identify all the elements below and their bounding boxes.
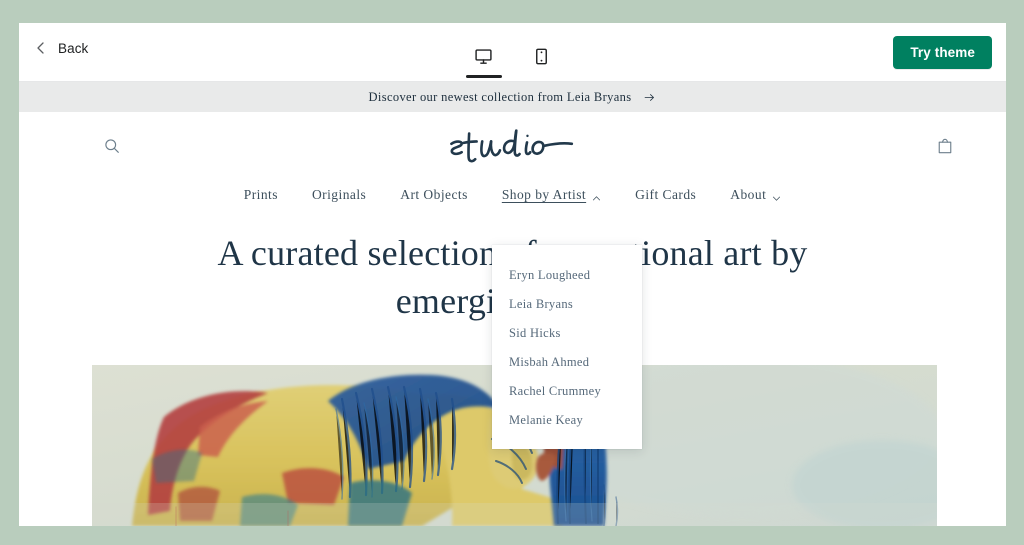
editor-stage: Back Try theme Discover our newest colle… [0, 0, 1024, 545]
chevron-up-icon [592, 191, 601, 200]
dropdown-item-leia-bryans[interactable]: Leia Bryans [492, 290, 642, 319]
site-header: studio [19, 112, 1006, 180]
dropdown-item-rachel-crummey[interactable]: Rachel Crummey [492, 377, 642, 406]
nav-item-label: About [730, 187, 767, 202]
nav-item-label: Art Objects [400, 187, 468, 202]
nav-item-label: Originals [311, 187, 367, 202]
theme-preview-window: Back Try theme Discover our newest colle… [19, 23, 1006, 526]
nav-item-label: Shop by Artist [501, 187, 587, 202]
announcement-bar[interactable]: Discover our newest collection from Leia… [19, 82, 1006, 112]
nav-item-gift-cards[interactable]: Gift Cards [618, 187, 713, 203]
dropdown-item-eryn-lougheed[interactable]: Eryn Lougheed [492, 261, 642, 290]
back-label: Back [58, 40, 89, 56]
announcement-text: Discover our newest collection from Leia… [368, 89, 632, 104]
back-button[interactable]: Back [33, 40, 88, 56]
nav-item-label: Gift Cards [635, 187, 697, 202]
storefront-preview: Discover our newest collection from Leia… [19, 82, 1006, 526]
device-toggle-desktop[interactable] [464, 35, 504, 78]
desktop-icon [474, 47, 493, 66]
device-toggle-mobile[interactable] [522, 35, 562, 77]
nav-item-shop-by-artist[interactable]: Shop by Artist [485, 187, 618, 203]
store-logo[interactable]: studio [438, 125, 588, 171]
editor-top-bar: Back Try theme [19, 23, 1006, 82]
device-toggle-group [464, 33, 562, 78]
shopping-bag-icon[interactable] [932, 133, 958, 159]
main-navigation: Prints Originals Art Objects Shop by Art… [19, 182, 1006, 208]
nav-item-about[interactable]: About [713, 187, 798, 203]
dropdown-item-misbah-ahmed[interactable]: Misbah Ahmed [492, 348, 642, 377]
nav-item-originals[interactable]: Originals [295, 187, 383, 203]
arrow-right-icon [643, 91, 656, 104]
nav-item-label: Prints [243, 187, 278, 202]
search-icon[interactable] [99, 133, 125, 159]
chevron-left-icon [33, 40, 49, 56]
shop-by-artist-dropdown: Eryn Lougheed Leia Bryans Sid Hicks Misb… [492, 245, 642, 449]
nav-item-art-objects[interactable]: Art Objects [383, 187, 485, 203]
try-theme-button[interactable]: Try theme [893, 36, 992, 69]
dropdown-item-sid-hicks[interactable]: Sid Hicks [492, 319, 642, 348]
mobile-icon [532, 47, 551, 66]
chevron-down-icon [772, 191, 781, 201]
dropdown-item-melanie-keay[interactable]: Melanie Keay [492, 406, 642, 435]
nav-item-prints[interactable]: Prints [227, 187, 295, 203]
